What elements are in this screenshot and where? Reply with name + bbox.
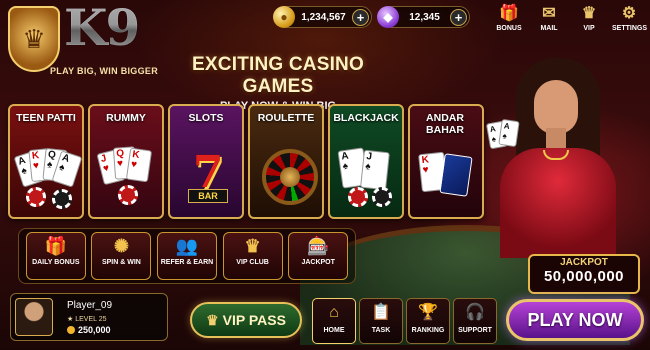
- player-name: Player_09: [67, 300, 113, 311]
- trophy-icon: 🏆: [418, 304, 438, 321]
- settings-button[interactable]: ⚙ SETTINGS: [612, 4, 648, 32]
- headline-title: EXCITING CASINO GAMES: [192, 54, 364, 97]
- headset-icon: 🎧: [465, 304, 485, 321]
- vip-label: VIP: [583, 25, 595, 32]
- gift-icon: 🎁: [499, 5, 519, 22]
- game-title: RUMMY: [106, 112, 146, 124]
- bar-symbol: BAR: [188, 189, 228, 203]
- add-coins-button[interactable]: +: [352, 8, 369, 26]
- roulette-art: [256, 147, 318, 209]
- cards-art: J ♥ Q ♥ K ♥: [96, 146, 156, 209]
- bonus-button[interactable]: 🎁 BONUS: [492, 4, 526, 32]
- jackpot-value: 50,000,000: [543, 268, 625, 285]
- jackpot-feature-button[interactable]: 🎰 JACKPOT: [288, 232, 349, 280]
- nav-home-label: HOME: [323, 327, 345, 334]
- dealer-illustration: A ♠ A ♠: [470, 58, 640, 258]
- game-title: TEEN PATTI: [16, 112, 76, 124]
- gift-icon: 🎁: [44, 236, 67, 256]
- roulette-wheel-icon: [262, 149, 318, 205]
- coin-value: 1,234,567: [301, 11, 346, 23]
- crown-icon: ♛: [581, 5, 597, 22]
- vip-button[interactable]: ♛ VIP: [572, 4, 606, 32]
- mail-icon: ✉: [542, 5, 556, 22]
- player-profile[interactable]: Player_09 ★ LEVEL 25 250,000: [10, 293, 168, 341]
- gold-coin-icon: [67, 326, 75, 334]
- game-title: ROULETTE: [257, 112, 315, 124]
- gem-value: 12,345: [409, 11, 440, 23]
- top-menu: 🎁 BONUS ✉ MAIL ♛ VIP ⚙ SETTINGS: [492, 4, 648, 32]
- lion-crest-icon: ♛: [8, 6, 60, 72]
- play-now-button[interactable]: PLAY NOW: [506, 299, 644, 341]
- spin-win-label: SPIN & WIN: [101, 259, 141, 266]
- diamond-icon: ◆: [377, 6, 399, 28]
- game-title: SLOTS: [188, 112, 224, 124]
- cards-art: A ♠ K ♥ Q ♠ A ♠: [13, 147, 82, 209]
- mail-label: MAIL: [540, 25, 558, 32]
- brand-logo: ♛ K9 PLAY BIG, WIN BIGGER: [6, 0, 159, 80]
- add-gems-button[interactable]: +: [450, 8, 467, 26]
- bonus-label: BONUS: [496, 25, 522, 32]
- wheel-icon: ✺: [113, 236, 129, 256]
- nav-task[interactable]: 📋 TASK: [359, 298, 403, 344]
- game-card-roulette[interactable]: ROULETTE: [248, 104, 324, 219]
- daily-bonus-button[interactable]: 🎁 DAILY BONUS: [25, 232, 86, 280]
- avatar: [15, 298, 53, 336]
- nav-home[interactable]: ⌂ HOME: [312, 298, 356, 344]
- logo-text: K9: [64, 0, 140, 57]
- vip-pass-button[interactable]: ♛ VIP PASS: [190, 302, 302, 338]
- cards-art: A ♠ J ♠: [336, 147, 396, 209]
- game-list: TEEN PATTI A ♠ K ♥ Q ♠ A ♠ RUMMY J ♥ Q ♥ K ♥ SL…: [8, 104, 484, 219]
- refer-earn-button[interactable]: 👥 REFER & EARN: [156, 232, 217, 280]
- nav-ranking-label: RANKING: [411, 327, 445, 334]
- home-icon: ⌂: [329, 304, 339, 321]
- game-card-rummy[interactable]: RUMMY J ♥ Q ♥ K ♥: [88, 104, 164, 219]
- vip-club-label: VIP CLUB: [236, 259, 269, 266]
- nav-support-label: SUPPORT: [458, 327, 492, 334]
- game-title: ANDAR BAHAR: [426, 112, 464, 136]
- game-card-slots[interactable]: SLOTS 7 BAR: [168, 104, 244, 219]
- player-level-text: LEVEL 25: [75, 316, 107, 323]
- crown-icon: ♛: [244, 236, 261, 256]
- slot-machine-icon: 🎰: [306, 236, 330, 256]
- player-level: ★ LEVEL 25: [67, 315, 107, 323]
- refer-earn-label: REFER & EARN: [160, 259, 214, 266]
- coin-balance: ● 1,234,567 +: [273, 6, 372, 28]
- gear-icon: ⚙: [621, 5, 637, 22]
- settings-label: SETTINGS: [612, 25, 648, 32]
- game-card-teen-patti[interactable]: TEEN PATTI A ♠ K ♥ Q ♠ A ♠: [8, 104, 84, 219]
- tagline: PLAY BIG, WIN BIGGER: [50, 66, 159, 76]
- vip-club-button[interactable]: ♛ VIP CLUB: [222, 232, 283, 280]
- player-coins: 250,000: [67, 325, 111, 335]
- cards-art: K ♥: [416, 147, 476, 209]
- gem-balance: ◆ 12,345 +: [377, 6, 470, 28]
- star-icon: ★: [67, 316, 76, 323]
- nav-ranking[interactable]: 🏆 RANKING: [406, 298, 450, 344]
- nav-task-label: TASK: [371, 327, 391, 334]
- slot-art: 7 BAR: [176, 147, 236, 209]
- nav-support[interactable]: 🎧 SUPPORT: [453, 298, 497, 344]
- people-icon: 👥: [175, 236, 199, 256]
- bottom-nav: ⌂ HOME 📋 TASK 🏆 RANKING 🎧 SUPPORT: [312, 298, 497, 344]
- feature-bar: 🎁 DAILY BONUS ✺ SPIN & WIN 👥 REFER & EARN ♛…: [18, 228, 356, 284]
- player-coins-value: 250,000: [78, 325, 111, 335]
- jackpot-display: JACKPOT 50,000,000: [528, 254, 640, 294]
- daily-bonus-label: DAILY BONUS: [32, 259, 80, 266]
- jackpot-label: JACKPOT: [560, 257, 608, 268]
- crown-icon: ♛: [206, 311, 219, 328]
- game-title: BLACKJACK: [333, 112, 399, 124]
- gold-coin-icon: ●: [273, 6, 295, 28]
- vip-pass-label: VIP PASS: [222, 312, 286, 328]
- clipboard-icon: 📋: [371, 304, 391, 321]
- mail-button[interactable]: ✉ MAIL: [532, 4, 566, 32]
- spin-win-button[interactable]: ✺ SPIN & WIN: [91, 232, 152, 280]
- jackpot-feature-label: JACKPOT: [301, 259, 335, 266]
- game-card-blackjack[interactable]: BLACKJACK A ♠ J ♠: [328, 104, 404, 219]
